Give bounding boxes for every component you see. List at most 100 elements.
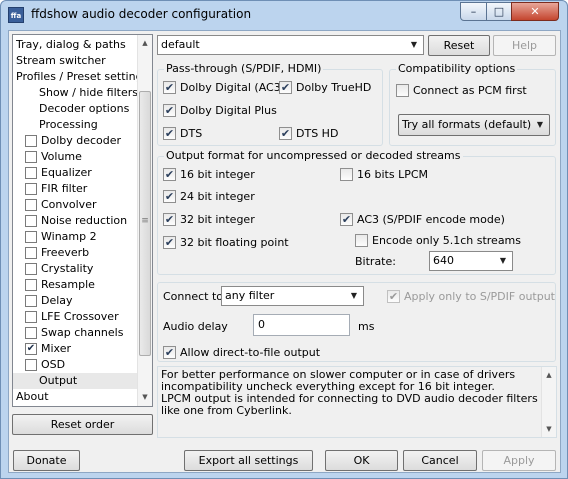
sidebar-item[interactable]: Crystality: [13, 261, 138, 277]
sidebar-item-label: Dolby decoder: [41, 134, 122, 147]
audio-delay-label: Audio delay: [163, 320, 228, 333]
sidebar-item-checkbox[interactable]: [25, 151, 37, 163]
sidebar-item-label: LFE Crossover: [41, 310, 119, 323]
sidebar-item-checkbox[interactable]: [25, 247, 37, 259]
app-icon: ffa: [8, 7, 24, 23]
preset-select[interactable]: default ▼: [157, 35, 424, 55]
sidebar-item[interactable]: Winamp 2: [13, 229, 138, 245]
sidebar-item-checkbox[interactable]: [25, 231, 37, 243]
sidebar-item-checkbox[interactable]: [25, 311, 37, 323]
scroll-grip-icon: ≡: [141, 216, 149, 226]
sidebar-item[interactable]: LFE Crossover: [13, 309, 138, 325]
info-text-box[interactable]: For better performance on slower compute…: [157, 366, 557, 438]
donate-button[interactable]: Donate: [13, 450, 80, 471]
sidebar-item-checkbox[interactable]: [25, 263, 37, 275]
sidebar-item-label: Mixer: [41, 342, 72, 355]
sidebar-item[interactable]: Output: [13, 373, 138, 389]
tree-scroll-thumb[interactable]: ≡: [139, 91, 151, 356]
sidebar-item[interactable]: OSD: [13, 357, 138, 373]
sidebar-item[interactable]: Show / hide filters: [13, 85, 138, 101]
sidebar-item-checkbox[interactable]: [25, 199, 37, 211]
sidebar-item-label: Winamp 2: [41, 230, 97, 243]
check-icon: ✔: [163, 190, 176, 203]
sidebar-item-label: Tray, dialog & paths: [16, 38, 126, 51]
sidebar-item[interactable]: Convolver: [13, 197, 138, 213]
formats-select[interactable]: Try all formats (default) ▼: [398, 114, 550, 136]
sidebar-item-label: About: [16, 390, 49, 403]
sidebar-item-label: Crystality: [41, 262, 94, 275]
title-bar[interactable]: ffa ffdshow audio decoder configuration …: [1, 1, 567, 29]
sidebar-item-label: Swap channels: [41, 326, 124, 339]
check-icon: ✔: [163, 346, 176, 359]
chevron-down-icon: ▼: [410, 40, 418, 49]
minimize-button[interactable]: –: [460, 2, 487, 21]
sidebar-item-checkbox[interactable]: [25, 183, 37, 195]
sidebar-item[interactable]: Resample: [13, 277, 138, 293]
sidebar-item[interactable]: Stream switcher: [13, 53, 138, 69]
sidebar-item[interactable]: ✔ Mixer: [13, 341, 138, 357]
sidebar-item[interactable]: Equalizer: [13, 165, 138, 181]
connect-to-select-value: any filter: [225, 289, 275, 302]
sidebar-item-checkbox[interactable]: [25, 167, 37, 179]
sidebar-item[interactable]: Decoder options: [13, 101, 138, 117]
chevron-down-icon: ▼: [499, 256, 507, 265]
tree-scrollbar[interactable]: ▲ ≡ ▼: [137, 35, 152, 406]
bitrate-select[interactable]: 640 ▼: [429, 251, 513, 271]
check-icon: ✔: [340, 213, 353, 226]
sidebar-item-checkbox[interactable]: [25, 359, 37, 371]
apply-button[interactable]: Apply: [482, 450, 556, 471]
sidebar-item[interactable]: About: [13, 389, 138, 405]
check-icon: ✔: [163, 104, 176, 117]
sidebar-item[interactable]: Dolby decoder: [13, 133, 138, 149]
reset-preset-button[interactable]: Reset: [428, 35, 490, 56]
scroll-down-arrow-icon[interactable]: ▼: [544, 423, 554, 435]
export-settings-button[interactable]: Export all settings: [184, 450, 313, 471]
sidebar-item-checkbox[interactable]: [25, 295, 37, 307]
sidebar-item-label: OSD: [41, 358, 66, 371]
sidebar-item[interactable]: Delay: [13, 293, 138, 309]
scroll-up-arrow-icon[interactable]: ▲: [544, 369, 554, 381]
sidebar-item-checkbox[interactable]: [25, 279, 37, 291]
formats-select-value: Try all formats (default): [402, 118, 532, 131]
scroll-up-arrow-icon[interactable]: ▲: [140, 37, 150, 49]
bitrate-select-value: 640: [433, 254, 454, 267]
sidebar-item[interactable]: Swap channels: [13, 325, 138, 341]
sidebar-item[interactable]: FIR filter: [13, 181, 138, 197]
audio-delay-unit: ms: [358, 320, 375, 333]
sidebar-item-checkbox[interactable]: [25, 215, 37, 227]
scroll-down-arrow-icon[interactable]: ▼: [140, 391, 150, 403]
check-icon: ✔: [387, 290, 400, 303]
sidebar-item-label: FIR filter: [41, 182, 88, 195]
check-icon: ✔: [163, 168, 176, 181]
sidebar-item[interactable]: Tray, dialog & paths: [13, 37, 138, 53]
sidebar-item-label: Delay: [41, 294, 73, 307]
audio-delay-input[interactable]: 0: [253, 314, 350, 336]
ok-button[interactable]: OK: [325, 450, 398, 471]
cancel-button[interactable]: Cancel: [403, 450, 477, 471]
check-icon: ✔: [163, 236, 176, 249]
passthrough-group-title: Pass-through (S/PDIF, HDMI): [164, 62, 324, 75]
sidebar-item[interactable]: Profiles / Preset settings: [13, 69, 148, 85]
sidebar-item-checkbox[interactable]: [25, 327, 37, 339]
info-scrollbar[interactable]: ▲ ▼: [541, 367, 556, 437]
settings-tree[interactable]: Tray, dialog & paths Stream switcher Profi…: [12, 34, 153, 407]
help-button[interactable]: Help: [493, 35, 556, 56]
sidebar-item[interactable]: Processing: [13, 117, 138, 133]
check-icon: ✔: [279, 81, 292, 94]
sidebar-item-label: Resample: [41, 278, 95, 291]
reset-order-button[interactable]: Reset order: [12, 414, 153, 435]
sidebar-item-label: Volume: [41, 150, 82, 163]
close-button[interactable]: ✕: [511, 2, 559, 21]
sidebar-item[interactable]: Freeverb: [13, 245, 138, 261]
connect-to-select[interactable]: any filter ▼: [221, 286, 364, 306]
sidebar-item[interactable]: Volume: [13, 149, 138, 165]
sidebar-item-label: Noise reduction: [41, 214, 128, 227]
sidebar-item-label: Stream switcher: [16, 54, 106, 67]
check-icon[interactable]: ✔: [25, 343, 37, 355]
output-format-group-title: Output format for uncompressed or decode…: [164, 149, 463, 162]
sidebar-item[interactable]: Noise reduction: [13, 213, 138, 229]
sidebar-item-checkbox[interactable]: [25, 135, 37, 147]
maximize-button[interactable]: □: [486, 2, 512, 21]
compatibility-group-title: Compatibility options: [396, 62, 518, 75]
check-icon: ✔: [163, 213, 176, 226]
